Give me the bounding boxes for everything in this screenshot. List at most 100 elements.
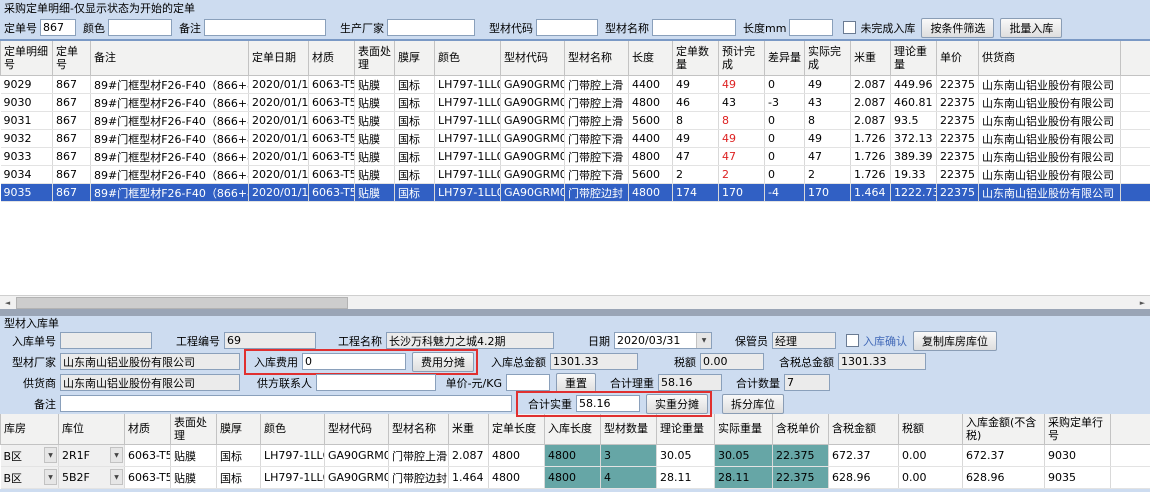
cell-meter-weight[interactable]: 1.464 xyxy=(851,184,891,202)
cell-expected-complete[interactable]: 47 xyxy=(719,148,765,166)
cell-expected-complete[interactable]: 170 xyxy=(719,184,765,202)
cell-order-qty[interactable]: 46 xyxy=(673,94,719,112)
remark-input[interactable] xyxy=(60,395,512,412)
cell-film-thickness[interactable]: 国标 xyxy=(217,445,261,467)
cell-theory-weight[interactable]: 1222.73 xyxy=(891,184,937,202)
cell-order-no[interactable]: 867 xyxy=(53,166,91,184)
cell-film-thickness[interactable]: 国标 xyxy=(395,184,435,202)
cell-actual-complete[interactable]: 2 xyxy=(805,166,851,184)
date-field[interactable]: 2020/03/31 ▼ xyxy=(614,332,712,349)
cell-meter-weight[interactable]: 1.726 xyxy=(851,148,891,166)
cell-theory-weight[interactable]: 93.5 xyxy=(891,112,937,130)
cell-order-no[interactable]: 867 xyxy=(53,94,91,112)
cell-profile-code[interactable]: GA90GRM05 xyxy=(501,184,565,202)
cell-meter-weight[interactable]: 1.464 xyxy=(449,467,489,489)
cell-profile-name[interactable]: 门带腔上滑 xyxy=(565,94,629,112)
cell-color[interactable]: LH797-1LL0 xyxy=(435,112,501,130)
cell-length[interactable]: 5600 xyxy=(629,112,673,130)
cell-filler[interactable] xyxy=(1121,76,1150,94)
cell-color[interactable]: LH797-1LL0 xyxy=(435,94,501,112)
cell-supplier[interactable]: 山东南山铝业股份有限公司 xyxy=(979,184,1121,202)
cell-surface-treatment[interactable]: 贴膜 xyxy=(355,112,395,130)
cell-order-length[interactable]: 4800 xyxy=(489,445,545,467)
project-name-input[interactable] xyxy=(386,332,554,349)
cell-color[interactable]: LH797-1LL0 xyxy=(435,130,501,148)
cell-order-date[interactable]: 2020/01/13 xyxy=(249,166,309,184)
filter-length-input[interactable] xyxy=(789,19,833,36)
cell-meter-weight[interactable]: 1.726 xyxy=(851,166,891,184)
cell-purchase-line-no[interactable]: 9035 xyxy=(1045,467,1111,489)
copy-warehouse-location-button[interactable]: 复制库房库位 xyxy=(913,331,997,351)
cell-theory-weight[interactable]: 449.96 xyxy=(891,76,937,94)
filter-profile-name-input[interactable] xyxy=(652,19,736,36)
cell-warehouse[interactable]: B区▼ xyxy=(1,445,59,467)
calendar-dropdown-icon[interactable]: ▼ xyxy=(696,333,711,348)
cell-order-date[interactable]: 2020/01/13 xyxy=(249,184,309,202)
cell-order-qty[interactable]: 49 xyxy=(673,130,719,148)
cell-profile-code[interactable]: GA90GRM03 xyxy=(501,76,565,94)
cell-unit-price[interactable]: 22375 xyxy=(937,76,979,94)
cell-diff-qty[interactable]: 0 xyxy=(765,112,805,130)
cell-unit-price[interactable]: 22375 xyxy=(937,166,979,184)
cell-expected-complete[interactable]: 49 xyxy=(719,76,765,94)
cell-diff-qty[interactable]: 0 xyxy=(765,76,805,94)
cell-inbound-amount-notax[interactable]: 672.37 xyxy=(963,445,1045,467)
cell-length[interactable]: 4800 xyxy=(629,184,673,202)
order-row-3[interactable]: 903286789#门框型材F26-F40（866+867）2020/01/13… xyxy=(1,130,1150,148)
cell-diff-qty[interactable]: -4 xyxy=(765,184,805,202)
cell-surface-treatment[interactable]: 贴膜 xyxy=(355,184,395,202)
cell-color[interactable]: LH797-1LL0 xyxy=(435,76,501,94)
cell-actual-weight[interactable]: 30.05 xyxy=(715,445,773,467)
cell-tax-amount[interactable]: 628.96 xyxy=(829,467,899,489)
cell-supplier[interactable]: 山东南山铝业股份有限公司 xyxy=(979,94,1121,112)
cell-filler[interactable] xyxy=(1121,112,1150,130)
cell-theory-weight[interactable]: 372.13 xyxy=(891,130,937,148)
cell-order-date[interactable]: 2020/01/13 xyxy=(249,130,309,148)
cell-filler[interactable] xyxy=(1121,130,1150,148)
cell-meter-weight[interactable]: 1.726 xyxy=(851,130,891,148)
cell-remark[interactable]: 89#门框型材F26-F40（866+867） xyxy=(91,148,249,166)
cell-meter-weight[interactable]: 2.087 xyxy=(851,76,891,94)
cell-profile-code[interactable]: GA90GRM05 xyxy=(325,467,389,489)
cell-profile-code[interactable]: GA90GRM04 xyxy=(501,166,565,184)
cell-detail-no[interactable]: 9030 xyxy=(1,94,53,112)
cell-profile-qty[interactable]: 4 xyxy=(601,467,657,489)
cell-tax[interactable]: 0.00 xyxy=(899,467,963,489)
cell-order-no[interactable]: 867 xyxy=(53,112,91,130)
cell-detail-no[interactable]: 9032 xyxy=(1,130,53,148)
cell-actual-complete[interactable]: 170 xyxy=(805,184,851,202)
cell-surface-treatment[interactable]: 贴膜 xyxy=(355,76,395,94)
cell-profile-name[interactable]: 门带腔上滑 xyxy=(565,76,629,94)
total-amount-input[interactable] xyxy=(550,353,638,370)
cell-length[interactable]: 4800 xyxy=(629,94,673,112)
cell-supplier[interactable]: 山东南山铝业股份有限公司 xyxy=(979,76,1121,94)
split-location-button[interactable]: 拆分库位 xyxy=(722,394,784,414)
order-row-2[interactable]: 903186789#门框型材F26-F40（866+867）2020/01/13… xyxy=(1,112,1150,130)
cell-profile-code[interactable]: GA90GRM03 xyxy=(501,94,565,112)
cell-material[interactable]: 6063-T5 xyxy=(125,467,171,489)
filter-remark-input[interactable] xyxy=(204,19,326,36)
cell-order-no[interactable]: 867 xyxy=(53,148,91,166)
order-row-5[interactable]: 903486789#门框型材F26-F40（866+867）2020/01/13… xyxy=(1,166,1150,184)
cell-expected-complete[interactable]: 49 xyxy=(719,130,765,148)
filter-profile-code-input[interactable] xyxy=(536,19,598,36)
cell-profile-code[interactable]: GA90GRM04 xyxy=(501,130,565,148)
supplier-input[interactable] xyxy=(60,374,240,391)
cell-detail-no[interactable]: 9029 xyxy=(1,76,53,94)
cell-profile-code[interactable]: GA90GRM03 xyxy=(325,445,389,467)
cell-profile-name[interactable]: 门带腔下滑 xyxy=(565,148,629,166)
cell-inbound-amount-notax[interactable]: 628.96 xyxy=(963,467,1045,489)
cell-tax-amount[interactable]: 672.37 xyxy=(829,445,899,467)
inbound-row-0[interactable]: B区▼2R1F▼6063-T5贴膜国标LH797-1LL0GA90GRM03门带… xyxy=(1,445,1150,467)
cell-meter-weight[interactable]: 2.087 xyxy=(851,112,891,130)
cell-meter-weight[interactable]: 2.087 xyxy=(851,94,891,112)
cell-actual-complete[interactable]: 8 xyxy=(805,112,851,130)
cell-order-qty[interactable]: 8 xyxy=(673,112,719,130)
cell-film-thickness[interactable]: 国标 xyxy=(395,148,435,166)
cell-remark[interactable]: 89#门框型材F26-F40（866+867） xyxy=(91,94,249,112)
cell-diff-qty[interactable]: 0 xyxy=(765,130,805,148)
cell-surface-treatment[interactable]: 贴膜 xyxy=(355,130,395,148)
dropdown-arrow-icon[interactable]: ▼ xyxy=(110,469,123,485)
cell-order-qty[interactable]: 2 xyxy=(673,166,719,184)
cell-remark[interactable]: 89#门框型材F26-F40（866+867） xyxy=(91,166,249,184)
